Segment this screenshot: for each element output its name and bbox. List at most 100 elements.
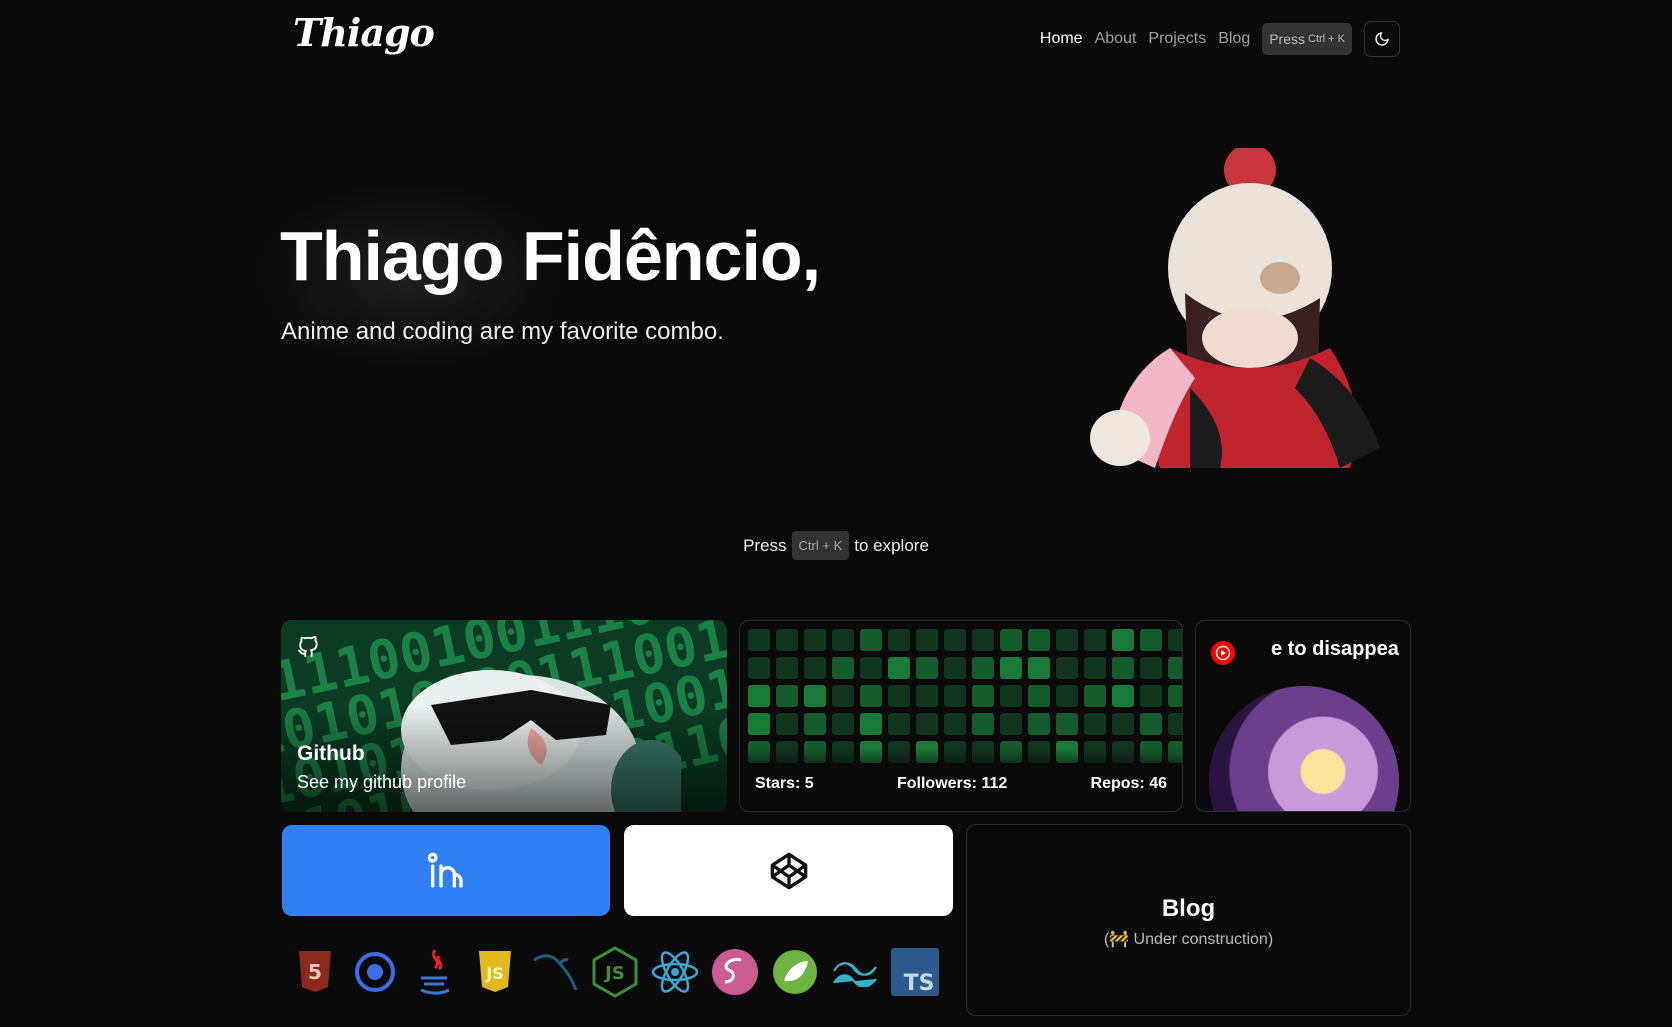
contribution-cell — [972, 629, 994, 651]
repos-count: Repos: 46 — [1090, 775, 1167, 792]
contribution-cell — [888, 713, 910, 735]
codepen-button[interactable] — [624, 825, 953, 916]
github-subtitle: See my github profile — [297, 772, 467, 792]
contribution-cell — [1140, 629, 1162, 651]
ionic-icon — [350, 947, 400, 997]
command-palette-button[interactable]: Press Ctrl + K — [1262, 23, 1352, 55]
tailwind-icon — [830, 947, 880, 997]
tech-stack: 5 JS JS TS — [290, 946, 940, 998]
contribution-cell — [832, 685, 854, 707]
sass-icon — [710, 947, 760, 997]
video-title: e to disappea — [1271, 638, 1399, 660]
contribution-cell — [832, 713, 854, 735]
contribution-cell — [860, 713, 882, 735]
main-nav: Home About Projects Blog Press Ctrl + K — [1040, 21, 1400, 57]
contribution-cell — [804, 657, 826, 679]
contribution-cell — [944, 629, 966, 651]
explore-hint: Press Ctrl + K to explore — [0, 531, 1672, 560]
linkedin-button[interactable] — [282, 825, 610, 916]
contribution-cell — [860, 629, 882, 651]
contribution-cell — [972, 685, 994, 707]
contribution-cell — [804, 685, 826, 707]
contribution-cell — [748, 713, 770, 735]
blog-title: Blog — [1161, 895, 1216, 922]
hero-title: Thiago Fidêncio, — [280, 217, 821, 295]
album-art-disc — [1209, 686, 1399, 811]
blog-card[interactable]: Blog (🚧 Under construction) — [966, 824, 1411, 1016]
typescript-icon: TS — [890, 947, 940, 997]
contribution-cell — [832, 629, 854, 651]
nav-blog[interactable]: Blog — [1218, 30, 1250, 48]
youtube-card[interactable]: e to disappea — [1195, 620, 1411, 812]
contribution-cell — [1112, 685, 1134, 707]
explore-after: to explore — [854, 535, 929, 555]
theme-toggle-button[interactable] — [1364, 21, 1400, 57]
contribution-cell — [1140, 685, 1162, 707]
contribution-cell — [804, 713, 826, 735]
followers-count: Followers: 112 — [896, 775, 1008, 792]
mysql-icon — [530, 947, 580, 997]
explore-shortcut: Ctrl + K — [791, 531, 850, 560]
contribution-grid — [748, 629, 1182, 763]
contribution-cell — [804, 629, 826, 651]
hero-subtitle: Anime and coding are my favorite combo. — [281, 318, 724, 345]
github-title: Github — [297, 742, 365, 765]
contribution-cell — [1112, 657, 1134, 679]
anime-character-image — [1090, 148, 1380, 468]
contribution-cell — [1056, 629, 1078, 651]
javascript-icon: JS — [470, 947, 520, 997]
contribution-cell — [860, 657, 882, 679]
nodejs-icon: JS — [590, 946, 640, 998]
java-icon — [410, 947, 460, 997]
youtube-icon — [1211, 641, 1235, 665]
svg-text:JS: JS — [603, 963, 625, 984]
contribution-cell — [748, 629, 770, 651]
contribution-cell — [748, 685, 770, 707]
contribution-cell — [888, 685, 910, 707]
contribution-cell — [860, 685, 882, 707]
svg-text:TS: TS — [904, 971, 935, 996]
nav-projects[interactable]: Projects — [1148, 30, 1206, 48]
contribution-cell — [1112, 629, 1134, 651]
contribution-cell — [916, 685, 938, 707]
contribution-cell — [1084, 713, 1106, 735]
command-button-shortcut: Ctrl + K — [1308, 33, 1345, 45]
blog-subtitle: (🚧 Under construction) — [1103, 931, 1274, 948]
github-card[interactable]: 0111001001110 1010101001110011 101011010… — [281, 620, 727, 812]
nav-about[interactable]: About — [1095, 30, 1137, 48]
contribution-cell — [1140, 657, 1162, 679]
contribution-cell — [916, 629, 938, 651]
contribution-cell — [1028, 629, 1050, 651]
contribution-cell — [776, 629, 798, 651]
contribution-cell — [1168, 657, 1182, 679]
contribution-cell — [1168, 713, 1182, 735]
contribution-cell — [972, 713, 994, 735]
contribution-cell — [888, 657, 910, 679]
contribution-cell — [972, 657, 994, 679]
site-logo[interactable]: Thiago — [293, 10, 435, 55]
nav-home[interactable]: Home — [1040, 30, 1083, 48]
contribution-cell — [748, 657, 770, 679]
contribution-cell — [944, 685, 966, 707]
contribution-cell — [916, 713, 938, 735]
contribution-cell — [944, 713, 966, 735]
contribution-cell — [1140, 713, 1162, 735]
contribution-cell — [1028, 685, 1050, 707]
svg-text:5: 5 — [308, 960, 322, 984]
spring-icon — [770, 947, 820, 997]
codepen-icon — [770, 852, 807, 889]
html5-icon: 5 — [290, 947, 340, 997]
contribution-cell — [1168, 629, 1182, 651]
contribution-cell — [888, 629, 910, 651]
contribution-cell — [916, 657, 938, 679]
contribution-cell — [1028, 713, 1050, 735]
stats-row: Stars: 5 Followers: 112 Repos: 46 — [740, 749, 1182, 811]
github-stats-card[interactable]: Stars: 5 Followers: 112 Repos: 46 — [739, 620, 1183, 812]
page: Thiago Home About Projects Blog Press Ct… — [0, 0, 1672, 1027]
stars-count: Stars: 5 — [755, 775, 814, 792]
contribution-cell — [1000, 629, 1022, 651]
contribution-cell — [776, 685, 798, 707]
github-icon — [297, 636, 318, 658]
command-button-prefix: Press — [1269, 31, 1306, 47]
contribution-cell — [1168, 685, 1182, 707]
